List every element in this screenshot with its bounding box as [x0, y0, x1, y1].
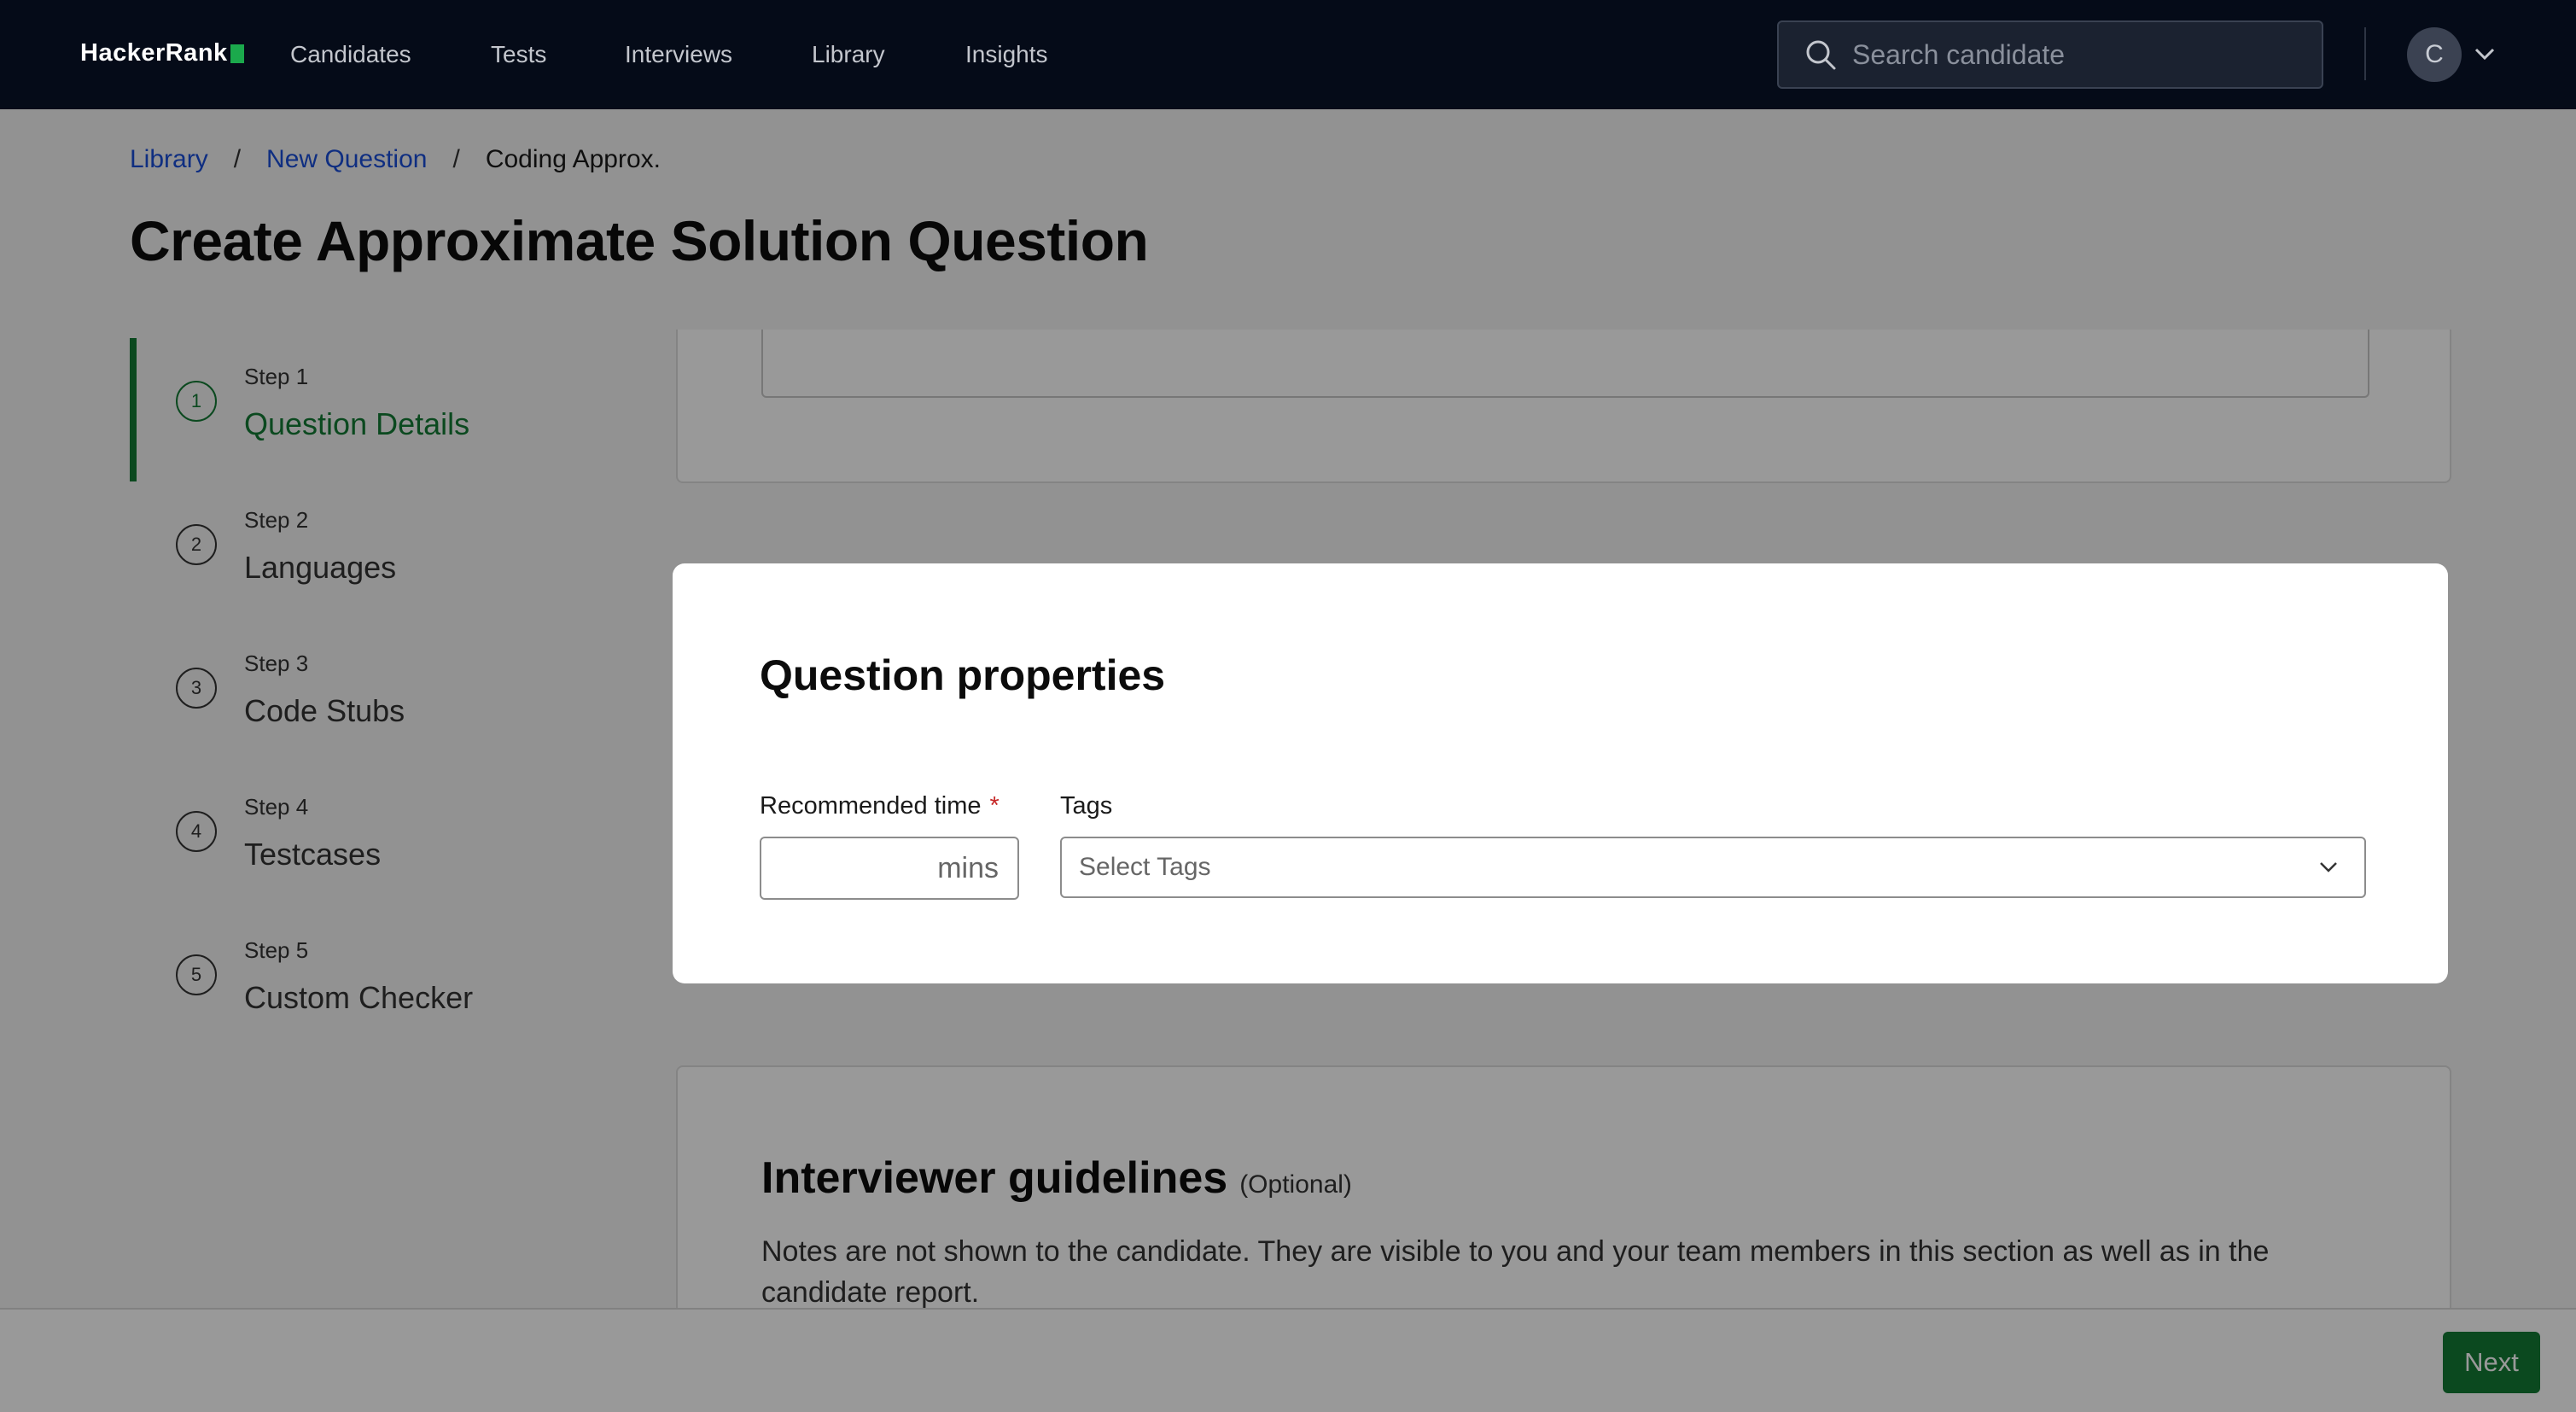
- nav-interviews[interactable]: Interviews: [625, 41, 732, 68]
- tags-placeholder: Select Tags: [1079, 853, 1211, 881]
- nav-divider: [2364, 27, 2366, 80]
- time-unit-suffix: mins: [937, 851, 999, 884]
- search-box[interactable]: [1777, 20, 2323, 89]
- nav-library[interactable]: Library: [812, 41, 885, 68]
- question-properties-modal: Question properties Recommended time * mi…: [673, 563, 2448, 983]
- chevron-down-icon[interactable]: [2474, 44, 2496, 63]
- recommended-time-label: Recommended time *: [760, 792, 1000, 820]
- search-icon: [1806, 40, 1836, 70]
- nav-tests[interactable]: Tests: [491, 41, 546, 68]
- logo-text: HackerRank: [80, 39, 228, 67]
- avatar[interactable]: C: [2407, 27, 2462, 82]
- nav-candidates[interactable]: Candidates: [290, 41, 411, 68]
- nav-insights[interactable]: Insights: [965, 41, 1048, 68]
- recommended-time-label-text: Recommended time: [760, 792, 982, 820]
- tags-label: Tags: [1060, 792, 1113, 820]
- logo-mark-icon: [230, 44, 244, 63]
- required-marker: *: [989, 792, 1000, 820]
- top-navbar: HackerRank Candidates Tests Interviews L…: [0, 0, 2576, 109]
- hackerrank-logo[interactable]: HackerRank: [80, 39, 244, 67]
- modal-title: Question properties: [760, 651, 1166, 699]
- tags-select[interactable]: Select Tags: [1060, 837, 2366, 898]
- chevron-down-icon: [2320, 862, 2337, 872]
- search-input[interactable]: [1852, 38, 2296, 71]
- recommended-time-input[interactable]: mins: [760, 837, 1019, 900]
